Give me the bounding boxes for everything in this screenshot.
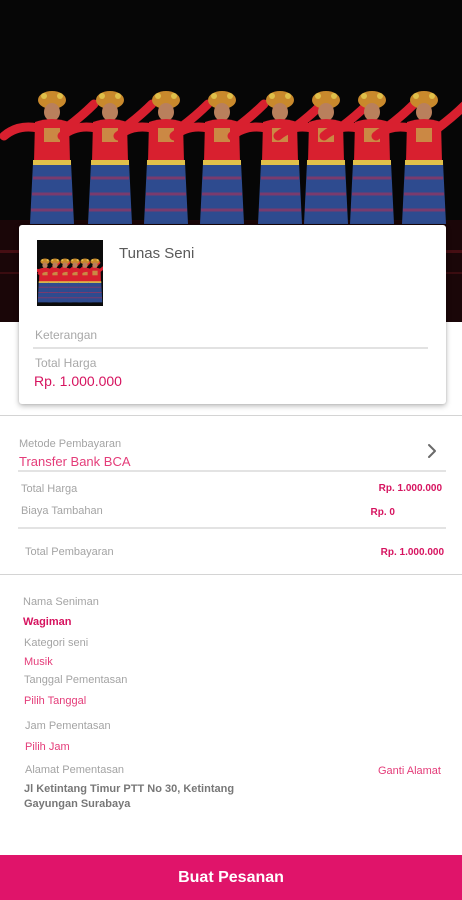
- category-value: Musik: [24, 656, 53, 668]
- time-label: Jam Pementasan: [25, 720, 111, 732]
- extra-fee-value: Rp. 0: [370, 507, 395, 518]
- date-picker[interactable]: Pilih Tanggal: [24, 695, 86, 707]
- product-card: Tunas Seni Keterangan Total Harga Rp. 1.…: [19, 225, 446, 404]
- chevron-right-icon[interactable]: [424, 443, 440, 459]
- product-thumbnail: [37, 240, 103, 306]
- card-total-label: Total Harga: [35, 356, 97, 370]
- section-divider: [0, 415, 462, 416]
- address-label: Alamat Pementasan: [25, 764, 125, 776]
- extra-fee-label: Biaya Tambahan: [21, 505, 103, 517]
- time-picker[interactable]: Pilih Jam: [25, 741, 70, 753]
- total-price-value: Rp. 1.000.000: [378, 483, 442, 494]
- total-price-label: Total Harga: [21, 483, 78, 495]
- date-label: Tanggal Pementasan: [24, 674, 128, 686]
- payment-method-underline: [18, 470, 446, 472]
- payment-method-value[interactable]: Transfer Bank BCA: [19, 454, 131, 469]
- description-underline: [33, 347, 428, 349]
- create-order-button[interactable]: Buat Pesanan: [0, 855, 462, 900]
- payment-method-label: Metode Pembayaran: [19, 438, 122, 450]
- artist-name-label: Nama Seniman: [23, 596, 99, 608]
- section-divider: [0, 574, 462, 575]
- address-value: Jl Ketintang Timur PTT No 30, Ketintang …: [24, 783, 235, 810]
- card-total-value: Rp. 1.000.000: [34, 373, 122, 389]
- grand-total-value: Rp. 1.000.000: [380, 547, 444, 558]
- thumbnail-photo: [37, 240, 103, 306]
- description-label: Keterangan: [35, 328, 98, 342]
- product-title: Tunas Seni: [119, 245, 195, 262]
- grand-total-label: Total Pembayaran: [25, 546, 114, 558]
- artist-name-value: Wagiman: [23, 616, 72, 628]
- totals-underline: [18, 527, 446, 529]
- category-label: Kategori seni: [24, 637, 89, 649]
- change-address-link[interactable]: Ganti Alamat: [378, 765, 441, 777]
